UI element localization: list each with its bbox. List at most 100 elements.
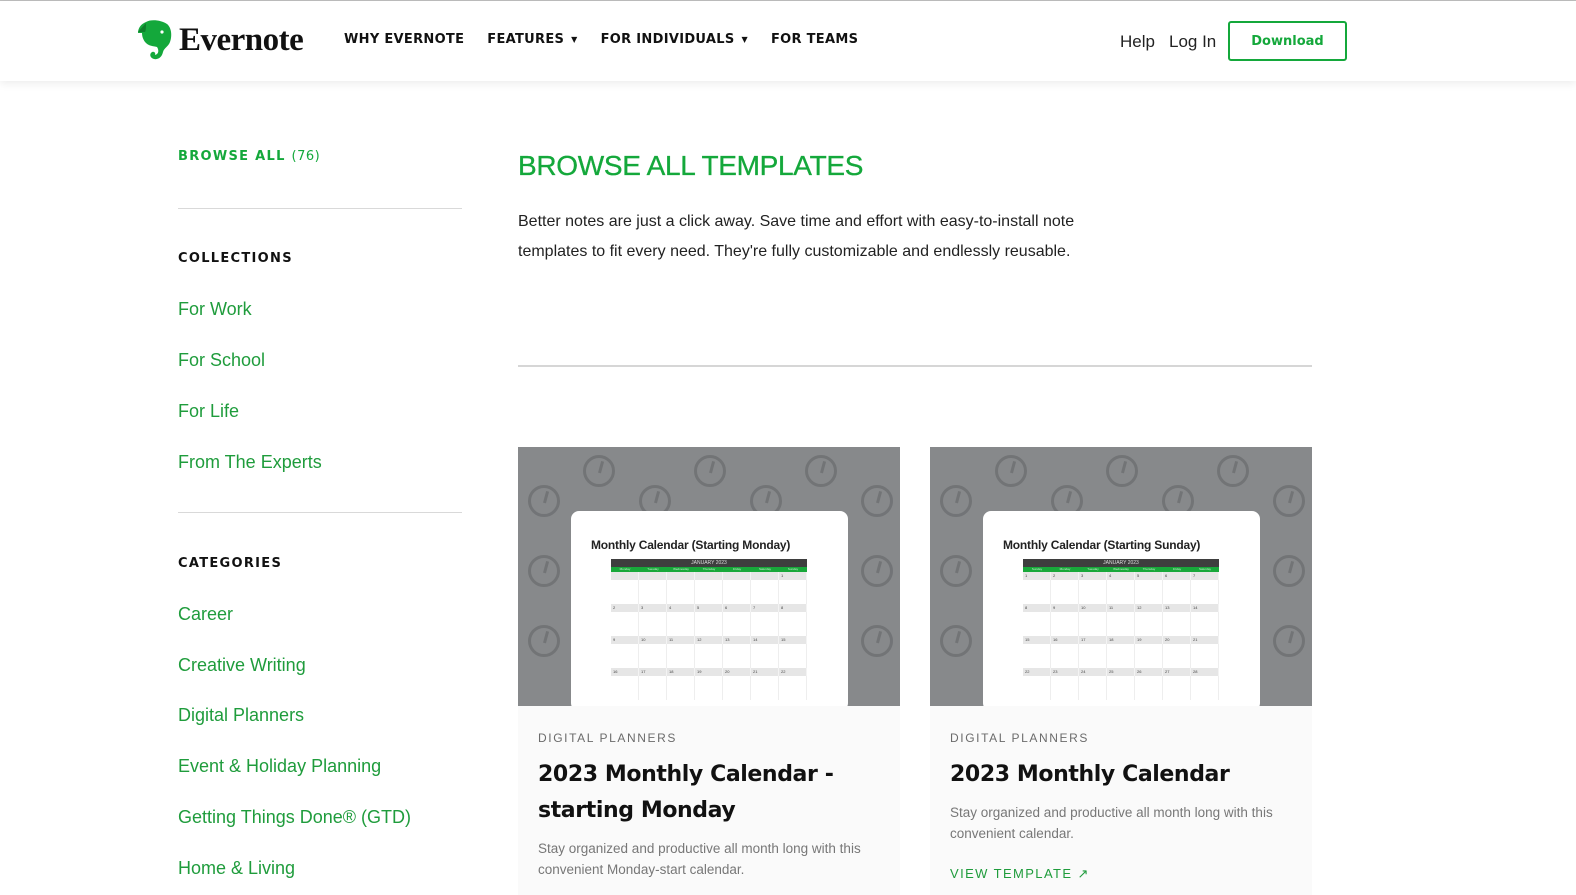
- calendar-cell: [639, 580, 667, 604]
- clock-icon: [694, 455, 726, 487]
- calendar-cell: [1023, 580, 1051, 604]
- calendar-date: 19: [1135, 636, 1163, 644]
- calendar-cell: [723, 676, 751, 700]
- clock-icon: [528, 555, 560, 587]
- view-template-link[interactable]: VIEW TEMPLATE ↗: [950, 866, 1090, 882]
- calendar-date: [639, 572, 667, 580]
- calendar-cell: [611, 644, 639, 668]
- calendar-date: 27: [1163, 668, 1191, 676]
- calendar-cell: [1079, 580, 1107, 604]
- calendar-date: 9: [611, 636, 639, 644]
- calendar-date: 15: [779, 636, 807, 644]
- calendar-date: [611, 572, 639, 580]
- calendar-date: 20: [723, 668, 751, 676]
- browse-all-count: (76): [291, 149, 321, 164]
- calendar-date: 24: [1079, 668, 1107, 676]
- calendar-cell: [667, 580, 695, 604]
- page-title: BROWSE ALL TEMPLATES: [518, 150, 864, 181]
- calendar-cell: [723, 580, 751, 604]
- category-digital-planners[interactable]: Digital Planners: [178, 705, 304, 726]
- category-event-holiday-planning[interactable]: Event & Holiday Planning: [178, 756, 381, 777]
- nav-for-individuals[interactable]: FOR INDIVIDUALS ▼: [601, 32, 748, 47]
- nav-label: WHY EVERNOTE: [344, 32, 465, 47]
- calendar-date-row: 8 9 10 11 12 13 14: [1023, 604, 1219, 612]
- category-gtd[interactable]: Getting Things Done® (GTD): [178, 807, 411, 828]
- calendar-preview: JANUARY 2023 Sunday Monday Tuesday Wednesday…: [1023, 559, 1219, 700]
- calendar-cell: [1079, 676, 1107, 700]
- calendar-date: 12: [695, 636, 723, 644]
- calendar-date: 7: [1191, 572, 1219, 580]
- clock-icon: [805, 455, 837, 487]
- category-career[interactable]: Career: [178, 604, 233, 625]
- calendar-date: 14: [1191, 604, 1219, 612]
- calendar-cell: [1079, 644, 1107, 668]
- calendar-date: 3: [639, 604, 667, 612]
- login-link[interactable]: Log In: [1169, 32, 1216, 52]
- calendar-date: [695, 572, 723, 580]
- clock-icon: [940, 625, 972, 657]
- calendar-cell: [1079, 612, 1107, 636]
- calendar-week-body: [1023, 612, 1219, 636]
- evernote-logo[interactable]: Evernote: [137, 19, 304, 61]
- main-nav: WHY EVERNOTE FEATURES ▼ FOR INDIVIDUALS …: [344, 32, 881, 47]
- calendar-date: 4: [667, 604, 695, 612]
- calendar-cell: [751, 612, 779, 636]
- site-header: Evernote WHY EVERNOTE FEATURES ▼ FOR IND…: [0, 1, 1576, 81]
- calendar-date: 5: [695, 604, 723, 612]
- nav-why-evernote[interactable]: WHY EVERNOTE: [344, 32, 464, 47]
- card-title[interactable]: 2023 Monthly Calendar: [950, 757, 1290, 793]
- preview-sheet: Monthly Calendar (Starting Sunday) JANUA…: [983, 511, 1260, 706]
- calendar-date: 1: [1023, 572, 1051, 580]
- collection-for-work[interactable]: For Work: [178, 299, 252, 320]
- sidebar-divider: [178, 208, 462, 209]
- card-title[interactable]: 2023 Monthly Calendar - starting Monday: [538, 757, 878, 829]
- calendar-cell: [667, 676, 695, 700]
- calendar-date: 8: [779, 604, 807, 612]
- clock-icon: [940, 485, 972, 517]
- clock-icon: [1273, 485, 1305, 517]
- calendar-date: 2: [611, 604, 639, 612]
- download-button[interactable]: Download: [1228, 21, 1347, 61]
- clock-icon: [528, 625, 560, 657]
- help-link[interactable]: Help: [1120, 32, 1155, 52]
- nav-for-teams[interactable]: FOR TEAMS: [771, 32, 858, 47]
- collection-from-the-experts[interactable]: From The Experts: [178, 452, 322, 473]
- collection-for-life[interactable]: For Life: [178, 401, 239, 422]
- calendar-date: 16: [611, 668, 639, 676]
- calendar-date: [667, 572, 695, 580]
- calendar-date: 12: [1135, 604, 1163, 612]
- card-category: DIGITAL PLANNERS: [538, 731, 677, 745]
- preview-sheet: Monthly Calendar (Starting Monday) JANUA…: [571, 511, 848, 706]
- calendar-cell: [751, 580, 779, 604]
- calendar-cell: [1191, 676, 1219, 700]
- clock-icon: [583, 455, 615, 487]
- template-card[interactable]: Monthly Calendar (Starting Sunday) JANUA…: [930, 447, 1312, 895]
- calendar-cell: [611, 580, 639, 604]
- nav-features[interactable]: FEATURES ▼: [487, 32, 577, 47]
- calendar-cell: [1191, 644, 1219, 668]
- browse-all-link[interactable]: BROWSE ALL (76): [178, 149, 320, 164]
- calendar-cell: [751, 676, 779, 700]
- calendar-cell: [1135, 580, 1163, 604]
- calendar-cell: [639, 612, 667, 636]
- calendar-date: 23: [1051, 668, 1079, 676]
- calendar-cell: [751, 644, 779, 668]
- calendar-preview: JANUARY 2023 Monday Tuesday Wednesday Thursd…: [611, 559, 807, 700]
- calendar-week-body: [1023, 644, 1219, 668]
- clock-icon: [528, 485, 560, 517]
- calendar-cell: [1191, 612, 1219, 636]
- calendar-date: 13: [1163, 604, 1191, 612]
- calendar-cell: [639, 644, 667, 668]
- template-card[interactable]: Monthly Calendar (Starting Monday) JANUA…: [518, 447, 900, 895]
- calendar-week-body: [1023, 580, 1219, 604]
- clock-icon: [1273, 555, 1305, 587]
- collection-for-school[interactable]: For School: [178, 350, 265, 371]
- calendar-date: [723, 572, 751, 580]
- category-creative-writing[interactable]: Creative Writing: [178, 655, 306, 676]
- category-home-living[interactable]: Home & Living: [178, 858, 295, 879]
- calendar-date: 5: [1135, 572, 1163, 580]
- calendar-cell: [779, 612, 807, 636]
- calendar-date: 22: [779, 668, 807, 676]
- calendar-cell: [667, 644, 695, 668]
- clock-icon: [1217, 455, 1249, 487]
